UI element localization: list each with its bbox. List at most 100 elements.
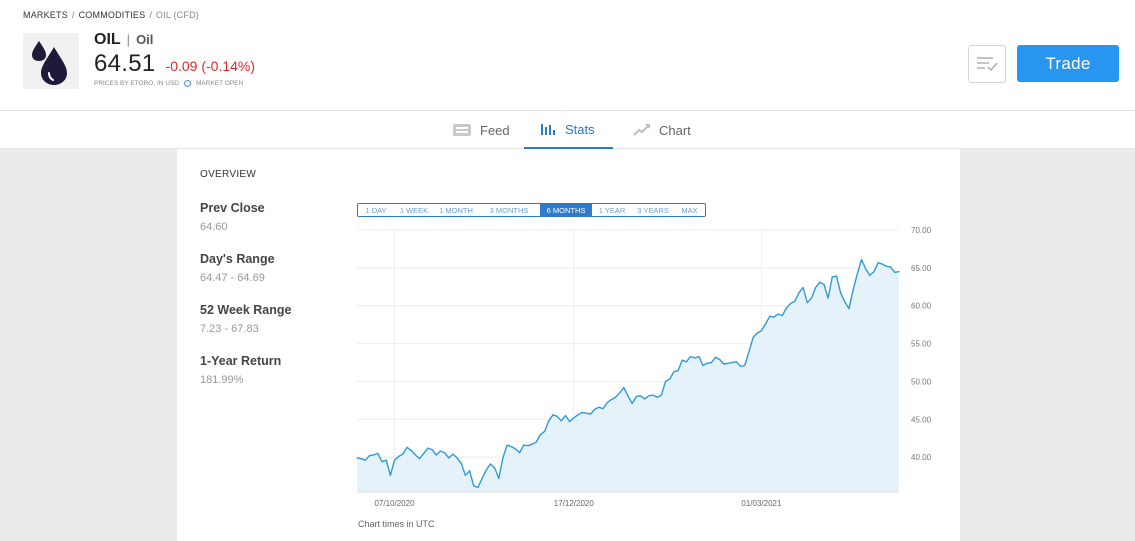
bar-chart-icon [541, 124, 555, 135]
y-tick-label: 60.00 [911, 302, 932, 311]
price-point [823, 283, 825, 286]
y-tick-label: 55.00 [911, 340, 932, 349]
price-point [781, 314, 783, 317]
price-point [785, 307, 788, 309]
price-point [619, 392, 621, 394]
price-point [514, 448, 517, 450]
price-point [539, 433, 542, 436]
price-point [719, 358, 721, 361]
price-point [702, 364, 704, 367]
price-point [368, 455, 371, 457]
breadcrumb-separator: / [71, 10, 75, 20]
price-point [835, 275, 838, 277]
watchlist-button[interactable] [968, 45, 1006, 83]
price-point [477, 486, 479, 489]
price-point [569, 420, 571, 423]
price-point [389, 474, 391, 476]
price-point [414, 454, 416, 456]
price-point [385, 459, 387, 461]
oil-drops-icon [23, 33, 79, 89]
price-point [373, 454, 375, 456]
price-point [598, 406, 600, 408]
tab-chart[interactable]: Chart [633, 111, 691, 149]
price-point [435, 454, 437, 456]
title-separator: | [126, 32, 131, 47]
price-point [448, 457, 450, 459]
price-point [735, 361, 738, 363]
price-point [669, 378, 671, 380]
price-point [806, 302, 808, 304]
price-point [402, 453, 404, 455]
price-point [739, 365, 742, 367]
tab-stats[interactable]: Stats [524, 111, 613, 149]
price-change: -0.09 (-0.14%) [165, 58, 256, 74]
price-point [660, 394, 662, 396]
price-point [865, 268, 867, 270]
price-note: PRICES BY ETORO, IN USD MARKET OPEN [94, 80, 243, 87]
price-point [760, 330, 763, 332]
price-point [460, 462, 462, 464]
price-point [427, 447, 429, 449]
price-point [848, 308, 850, 310]
price-point [535, 441, 537, 443]
price-point [531, 443, 533, 445]
price-point [510, 445, 512, 448]
stats-panel: OVERVIEW Prev Close 64.60 Day's Range 64… [177, 149, 960, 541]
price-point [581, 411, 583, 414]
price-point [819, 281, 821, 283]
price-point [556, 415, 558, 417]
y-tick-label: 65.00 [911, 264, 932, 273]
instrument-header: MARKETS / COMMODITIES / OIL (CFD) OIL | … [0, 0, 1135, 111]
price-point [656, 396, 658, 398]
price-point [443, 452, 446, 454]
price-point [852, 289, 854, 291]
x-tick-label: 07/10/2020 [374, 499, 415, 508]
price-point [698, 355, 700, 358]
price-point [560, 420, 562, 422]
price-point [706, 362, 708, 364]
price-point [606, 402, 608, 404]
price-point [548, 420, 550, 422]
price-point [714, 356, 717, 358]
price-point [489, 463, 492, 465]
watchlist-icon [977, 57, 998, 72]
price-point [744, 364, 746, 367]
price-point [881, 263, 883, 265]
price-point [860, 258, 863, 261]
y-tick-label: 50.00 [911, 377, 932, 386]
price-point [689, 355, 692, 358]
breadcrumb: MARKETS / COMMODITIES / OIL (CFD) [23, 10, 199, 20]
price-point [877, 261, 879, 264]
price-point [627, 395, 629, 397]
price-point [898, 270, 900, 273]
price-point [577, 414, 579, 416]
price-point [694, 357, 696, 359]
price-point [381, 461, 383, 463]
trade-button[interactable]: Trade [1017, 45, 1119, 82]
breadcrumb-commodities[interactable]: COMMODITIES [79, 10, 146, 20]
price-point [815, 286, 817, 289]
price-source: PRICES BY ETORO, IN USD [94, 80, 180, 87]
price-point [423, 452, 425, 454]
price-point [673, 371, 675, 373]
price-point [564, 414, 567, 417]
price-point [802, 286, 804, 289]
price-point [873, 271, 875, 273]
price-point [769, 315, 771, 317]
tab-chart-label: Chart [659, 122, 691, 138]
price-point [523, 444, 525, 446]
instrument-name: Oil [136, 32, 154, 47]
price-point [519, 452, 521, 454]
breadcrumb-separator: / [149, 10, 153, 20]
price-point [652, 394, 654, 396]
price-chart[interactable]: 70.00 65.00 60.00 55.00 50.00 45.00 40.00 07/10… [177, 149, 960, 541]
price-point [664, 380, 667, 383]
price-point [794, 300, 796, 302]
price-point [493, 467, 496, 469]
breadcrumb-markets[interactable]: MARKETS [23, 10, 68, 20]
y-tick-label: 70.00 [911, 226, 932, 235]
price-point [393, 459, 396, 461]
price-point [894, 271, 896, 274]
tab-feed[interactable]: Feed [452, 111, 510, 149]
price-point [377, 452, 379, 454]
